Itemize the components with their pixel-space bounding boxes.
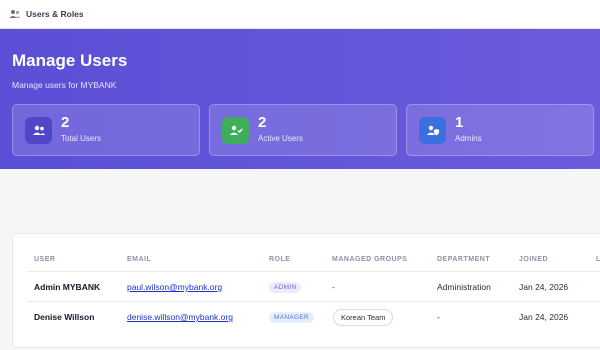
stat-label: Total Users xyxy=(61,134,102,143)
column-header-managed-groups: MANAGED GROUPS xyxy=(332,256,408,263)
column-header-department: DEPARTMENT xyxy=(437,256,491,263)
top-bar: Users & Roles xyxy=(0,0,600,29)
user-check-icon xyxy=(222,117,249,144)
column-header-user: USER xyxy=(34,256,56,263)
column-header-role: ROLE xyxy=(269,256,291,263)
role-badge-manager: MANAGER xyxy=(269,312,314,323)
stat-value: 1 xyxy=(455,114,464,131)
stat-card-active-users: 2 Active Users xyxy=(209,104,397,156)
user-email-link[interactable]: denise.willson@mybank.org xyxy=(127,312,233,322)
row-divider xyxy=(27,301,600,302)
joined-date: Jan 24, 2026 xyxy=(519,282,569,292)
header-subtitle: Manage users for MYBANK xyxy=(12,80,117,90)
header-title: Manage Users xyxy=(12,51,128,70)
department: Administration xyxy=(437,282,491,292)
user-shield-icon xyxy=(419,117,446,144)
column-header-email: EMAIL xyxy=(127,256,152,263)
page-title: Users & Roles xyxy=(26,9,84,19)
stat-label: Admins xyxy=(455,134,482,143)
stat-value: 2 xyxy=(258,114,267,131)
group-tag: Korean Team xyxy=(333,309,394,326)
users-icon xyxy=(25,117,52,144)
users-icon xyxy=(9,9,21,19)
joined-date: Jan 24, 2026 xyxy=(519,312,569,322)
header-banner: Manage Users Manage users for MYBANK 2 T… xyxy=(0,29,600,169)
role-badge-admin: ADMIN xyxy=(269,282,302,293)
stat-card-total-users: 2 Total Users xyxy=(12,104,200,156)
stat-label: Active Users xyxy=(258,134,303,143)
column-header-last: LA xyxy=(596,256,600,263)
managed-groups: - xyxy=(332,282,335,292)
header-divider xyxy=(27,271,600,272)
column-header-joined: JOINED xyxy=(519,256,549,263)
user-name: Denise Willson xyxy=(34,312,95,322)
users-table: USER EMAIL ROLE MANAGED GROUPS DEPARTMEN… xyxy=(12,233,600,348)
user-email-link[interactable]: paul.wilson@mybank.org xyxy=(127,282,222,292)
department: - xyxy=(437,312,440,322)
user-name: Admin MYBANK xyxy=(34,282,101,292)
stat-value: 2 xyxy=(61,114,70,131)
stat-card-admins: 1 Admins xyxy=(406,104,594,156)
